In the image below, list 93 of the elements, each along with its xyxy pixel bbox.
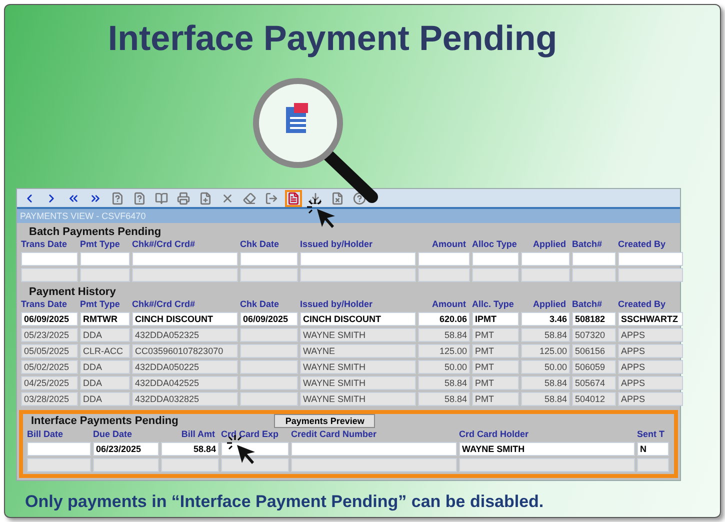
table-cell: WAYNE SMITH xyxy=(300,392,416,406)
table-cell: CC035960107823070 xyxy=(132,344,238,358)
table-cell: 05/23/2025 xyxy=(21,328,78,342)
table-cell: PMT xyxy=(472,376,519,390)
table-cell: APPS xyxy=(618,376,683,390)
table-cell: APPS xyxy=(618,392,683,406)
column-header: Applied xyxy=(532,298,567,310)
column-header: Issued by/Holder xyxy=(300,298,374,310)
column-header: Amount xyxy=(431,238,467,250)
table-cell: PMT xyxy=(472,392,519,406)
page-title: Interface Payment Pending xyxy=(108,18,558,60)
table-cell: DDA xyxy=(80,376,130,390)
column-header: Allc. Type xyxy=(472,298,515,310)
table-cell: IPMT xyxy=(472,312,519,326)
column-header: Issued by/Holder xyxy=(300,238,374,250)
window-title: PAYMENTS VIEW - CSVF6470 xyxy=(20,210,146,222)
table-cell: APPS xyxy=(618,360,683,374)
column-header: Chk#/Crd Crd# xyxy=(132,298,196,310)
table-cell: CLR-ACC xyxy=(80,344,130,358)
table-cell: 506059 xyxy=(572,360,616,374)
column-header: Applied xyxy=(532,238,567,250)
table-cell: WAYNE SMITH xyxy=(300,328,416,342)
table-cell: PMT xyxy=(472,360,519,374)
column-header: Chk Date xyxy=(240,238,280,250)
column-header: Pmt Type xyxy=(80,298,121,310)
column-header: Credit Card Number xyxy=(291,428,378,440)
table-cell: DDA xyxy=(80,328,130,342)
table-cell: CINCH DISCOUNT xyxy=(132,312,238,326)
table-cell: N xyxy=(637,442,669,456)
table-cell: CINCH DISCOUNT xyxy=(300,312,416,326)
table-cell: 58.84 xyxy=(418,376,470,390)
table-cell: 05/02/2025 xyxy=(21,360,78,374)
table-cell: 432DDA052325 xyxy=(132,328,238,342)
table-cell: RMTWR xyxy=(80,312,130,326)
table-cell: 06/23/2025 xyxy=(93,442,159,456)
table-cell: 06/09/2025 xyxy=(240,312,298,326)
table-cell: APPS xyxy=(618,328,683,342)
table-cell: 508182 xyxy=(572,312,616,326)
column-header: Due Date xyxy=(93,428,134,440)
section-title: Payment History xyxy=(29,286,117,298)
table-cell: 58.84 xyxy=(161,442,219,456)
section-title: Batch Payments Pending xyxy=(29,226,162,238)
section-title: Interface Payments Pending xyxy=(31,414,178,428)
column-header: Created By xyxy=(618,238,667,250)
table-cell: PMT xyxy=(472,328,519,342)
table-cell: 58.84 xyxy=(418,328,470,342)
column-header: Trans Date xyxy=(21,298,68,310)
table-cell: 04/25/2025 xyxy=(21,376,78,390)
column-header: Trans Date xyxy=(21,238,68,250)
table-cell: 58.84 xyxy=(521,392,570,406)
column-header: Chk Date xyxy=(240,298,280,310)
table-cell: WAYNE SMITH xyxy=(459,442,635,456)
caption: Only payments in “Interface Payment Pending” can be disabled. xyxy=(25,491,544,513)
table-cell: DDA xyxy=(80,392,130,406)
table-cell: 06/09/2025 xyxy=(21,312,78,326)
column-header: Crd Card Exp xyxy=(221,428,280,440)
table-cell: 504012 xyxy=(572,392,616,406)
table-cell: 507320 xyxy=(572,328,616,342)
column-header: Batch# xyxy=(572,298,604,310)
table-cell: 432DDA042525 xyxy=(132,376,238,390)
table-cell: 58.84 xyxy=(521,376,570,390)
column-header: Batch# xyxy=(572,238,604,250)
table-cell: 432DDA032825 xyxy=(132,392,238,406)
column-header: Pmt Type xyxy=(80,238,121,250)
table-cell: 620.06 xyxy=(418,312,470,326)
table-cell: WAYNE xyxy=(300,344,416,358)
table-cell: 505674 xyxy=(572,376,616,390)
table-cell: APPS xyxy=(618,344,683,358)
column-header: Created By xyxy=(618,298,667,310)
table-cell: 125.00 xyxy=(418,344,470,358)
table-cell: 03/28/2025 xyxy=(21,392,78,406)
column-header: Bill Date xyxy=(27,428,64,440)
table-cell: 432DDA050225 xyxy=(132,360,238,374)
table-cell: 125.00 xyxy=(521,344,570,358)
column-header: Alloc Type xyxy=(472,238,518,250)
column-header: Chk#/Crd Crd# xyxy=(132,238,196,250)
table-cell: DDA xyxy=(80,360,130,374)
column-header: Bill Amt xyxy=(180,428,216,440)
column-header: Crd Card Holder xyxy=(459,428,530,440)
table-cell: 58.84 xyxy=(418,392,470,406)
table-cell: 3.46 xyxy=(521,312,570,326)
table-cell: 506156 xyxy=(572,344,616,358)
table-cell: 50.00 xyxy=(418,360,470,374)
table-cell: SSCHWARTZ xyxy=(618,312,683,326)
column-header: Amount xyxy=(431,298,467,310)
table-cell: PMT xyxy=(472,344,519,358)
payments-preview-button[interactable]: Payments Preview xyxy=(274,414,376,428)
table-cell: 50.00 xyxy=(521,360,570,374)
column-header: Sent T xyxy=(637,428,666,440)
table-cell: 58.84 xyxy=(521,328,570,342)
table-cell: 05/05/2025 xyxy=(21,344,78,358)
table-cell: WAYNE SMITH xyxy=(300,360,416,374)
table-cell: WAYNE SMITH xyxy=(300,376,416,390)
